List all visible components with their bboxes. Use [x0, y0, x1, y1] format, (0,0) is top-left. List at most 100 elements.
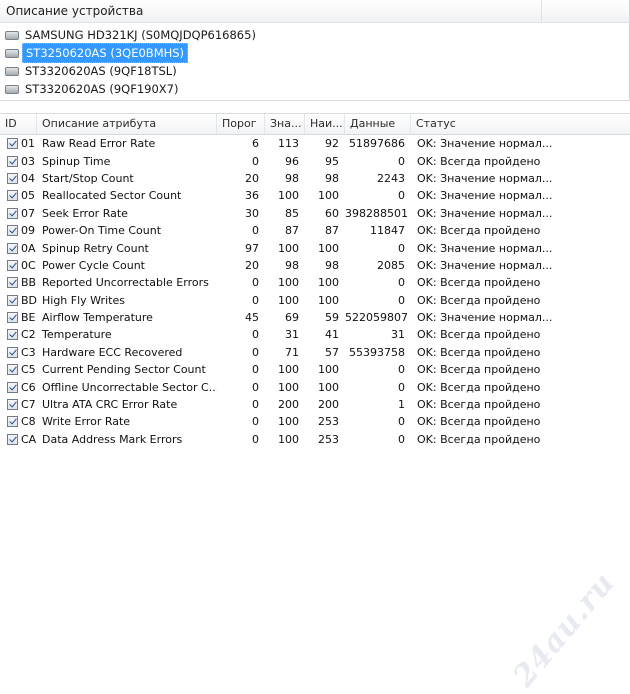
- table-row[interactable]: C5 Current Pending Sector Count 0 100 100 0 OK…: [0, 361, 630, 378]
- attribute-id: 07: [21, 206, 35, 220]
- table-row[interactable]: 03 Spinup Time 0 96 95 0 OK: Всегда пройдено: [0, 152, 630, 169]
- table-row[interactable]: C3 Hardware ECC Recovered 0 71 57 55393758 OK:…: [0, 344, 630, 361]
- attribute-status: OK: Всегда пройдено: [417, 415, 541, 429]
- col-header-description[interactable]: Описание атрибута: [37, 114, 217, 134]
- attribute-id: 0A: [21, 241, 36, 255]
- attribute-description: Power Cycle Count: [42, 258, 145, 272]
- table-row[interactable]: BD High Fly Writes 0 100 100 0 OK: Всегда прой…: [0, 292, 630, 309]
- attribute-checkbox[interactable]: [7, 225, 18, 237]
- attribute-worst: 100: [318, 363, 339, 377]
- attribute-checkbox[interactable]: [7, 155, 18, 167]
- attribute-raw-data: 51897686: [349, 137, 405, 151]
- device-name: ST3320620AS (9QF18TSL): [25, 64, 177, 78]
- attribute-checkbox[interactable]: [7, 381, 18, 393]
- col-header-worst[interactable]: Наи...: [305, 114, 345, 134]
- attribute-description: High Fly Writes: [42, 293, 125, 307]
- attribute-id: C5: [21, 363, 36, 377]
- device-pane: Описание устройства SAMSUNG HD321KJ (S0M…: [0, 0, 630, 100]
- attribute-checkbox[interactable]: [7, 190, 18, 202]
- attribute-worst: 98: [325, 258, 339, 272]
- attribute-checkbox[interactable]: [7, 277, 18, 289]
- attribute-worst: 57: [325, 345, 339, 359]
- attribute-checkbox[interactable]: [7, 433, 18, 445]
- attribute-status: OK: Всегда пройдено: [417, 293, 541, 307]
- attribute-value: 100: [278, 276, 299, 290]
- attribute-description: Power-On Time Count: [42, 224, 162, 238]
- device-item[interactable]: SAMSUNG HD321KJ (S0MQJDQP616865): [0, 26, 629, 44]
- attribute-id-cell: C8: [0, 415, 37, 428]
- attribute-checkbox[interactable]: [7, 259, 18, 271]
- device-item[interactable]: ST3250620AS (3QE0BMHS): [0, 43, 629, 63]
- attribute-status: OK: Значение нормал...: [417, 311, 553, 325]
- attribute-threshold: 0: [252, 293, 259, 307]
- attribute-description: Ultra ATA CRC Error Rate: [42, 398, 178, 412]
- col-header-raw[interactable]: Данные: [345, 114, 411, 134]
- attribute-id-cell: BD: [0, 294, 37, 307]
- attribute-raw-data: 0: [398, 380, 405, 394]
- attribute-checkbox[interactable]: [7, 242, 18, 254]
- attribute-id: 09: [21, 224, 35, 238]
- table-row[interactable]: BB Reported Uncorrectable Errors 0 100 100 0 O…: [0, 274, 630, 291]
- attribute-checkbox[interactable]: [7, 329, 18, 341]
- attribute-raw-data: 0: [398, 154, 405, 168]
- table-row[interactable]: BE Airflow Temperature 45 69 59 522059807 OK: …: [0, 309, 630, 326]
- table-row[interactable]: C6 Offline Uncorrectable Sector C... 0 100 1…: [0, 378, 630, 395]
- col-header-threshold[interactable]: Порог: [217, 114, 265, 134]
- attribute-checkbox[interactable]: [7, 138, 18, 150]
- table-row[interactable]: C2 Temperature 0 31 41 31 OK: Всегда пройдено: [0, 326, 630, 343]
- table-row[interactable]: 07 Seek Error Rate 30 85 60 398288501 OK: Знач…: [0, 205, 630, 222]
- attribute-checkbox[interactable]: [7, 294, 18, 306]
- attribute-checkbox[interactable]: [7, 346, 18, 358]
- attribute-id: C7: [21, 398, 36, 412]
- attribute-checkbox[interactable]: [7, 207, 18, 219]
- attribute-id: 01: [21, 137, 35, 151]
- table-row[interactable]: 05 Reallocated Sector Count 36 100 100 0 OK: З…: [0, 187, 630, 204]
- attribute-value: 113: [278, 137, 299, 151]
- attribute-threshold: 45: [245, 311, 259, 325]
- attribute-threshold: 0: [252, 363, 259, 377]
- table-row[interactable]: 04 Start/Stop Count 20 98 98 2243 OK: Значение…: [0, 170, 630, 187]
- device-list: SAMSUNG HD321KJ (S0MQJDQP616865) ST325062…: [0, 23, 629, 98]
- attribute-checkbox[interactable]: [7, 172, 18, 184]
- table-row[interactable]: CA Data Address Mark Errors 0 100 253 0 OK: Вс…: [0, 431, 630, 448]
- table-row[interactable]: 09 Power-On Time Count 0 87 87 11847 OK: Всегд…: [0, 222, 630, 239]
- table-row[interactable]: 0C Power Cycle Count 20 98 98 2085 OK: Значени…: [0, 257, 630, 274]
- attribute-checkbox[interactable]: [7, 416, 18, 428]
- attribute-raw-data: 2085: [377, 258, 405, 272]
- table-row[interactable]: 0A Spinup Retry Count 97 100 100 0 OK: Значени…: [0, 239, 630, 256]
- hard-drive-icon: [5, 66, 19, 76]
- table-row[interactable]: 01 Raw Read Error Rate 6 113 92 51897686 OK: З…: [0, 135, 630, 152]
- attribute-worst: 87: [325, 224, 339, 238]
- attribute-value: 100: [278, 415, 299, 429]
- attribute-status: OK: Всегда пройдено: [417, 398, 541, 412]
- attribute-description: Temperature: [42, 328, 112, 342]
- device-item[interactable]: ST3320620AS (9QF190X7): [0, 80, 629, 98]
- attribute-threshold: 0: [252, 380, 259, 394]
- table-row[interactable]: C8 Write Error Rate 0 100 253 0 OK: Всегда про…: [0, 413, 630, 430]
- attribute-raw-data: 0: [398, 241, 405, 255]
- attribute-id-cell: BE: [0, 311, 37, 324]
- attribute-threshold: 0: [252, 224, 259, 238]
- attribute-status: OK: Всегда пройдено: [417, 345, 541, 359]
- attribute-id: 04: [21, 171, 35, 185]
- pane-splitter[interactable]: [0, 100, 630, 114]
- device-item[interactable]: ST3320620AS (9QF18TSL): [0, 62, 629, 80]
- attribute-checkbox[interactable]: [7, 312, 18, 324]
- attribute-worst: 98: [325, 171, 339, 185]
- attribute-description: Airflow Temperature: [42, 311, 153, 325]
- col-header-id[interactable]: ID: [0, 114, 37, 134]
- col-header-value[interactable]: Зна...: [265, 114, 305, 134]
- attribute-description: Reported Uncorrectable Errors: [42, 276, 209, 290]
- attribute-checkbox[interactable]: [7, 364, 18, 376]
- attribute-worst: 100: [318, 241, 339, 255]
- attribute-raw-data: 0: [398, 432, 405, 446]
- attribute-id-cell: BB: [0, 276, 37, 289]
- attribute-id-cell: CA: [0, 433, 37, 446]
- attribute-threshold: 0: [252, 328, 259, 342]
- attribute-checkbox[interactable]: [7, 399, 18, 411]
- table-row[interactable]: C7 Ultra ATA CRC Error Rate 0 200 200 1 OK: Вс…: [0, 396, 630, 413]
- attribute-threshold: 0: [252, 415, 259, 429]
- col-header-status[interactable]: Статус: [411, 114, 630, 134]
- attribute-status: OK: Всегда пройдено: [417, 224, 541, 238]
- device-column-header[interactable]: Описание устройства: [0, 0, 629, 23]
